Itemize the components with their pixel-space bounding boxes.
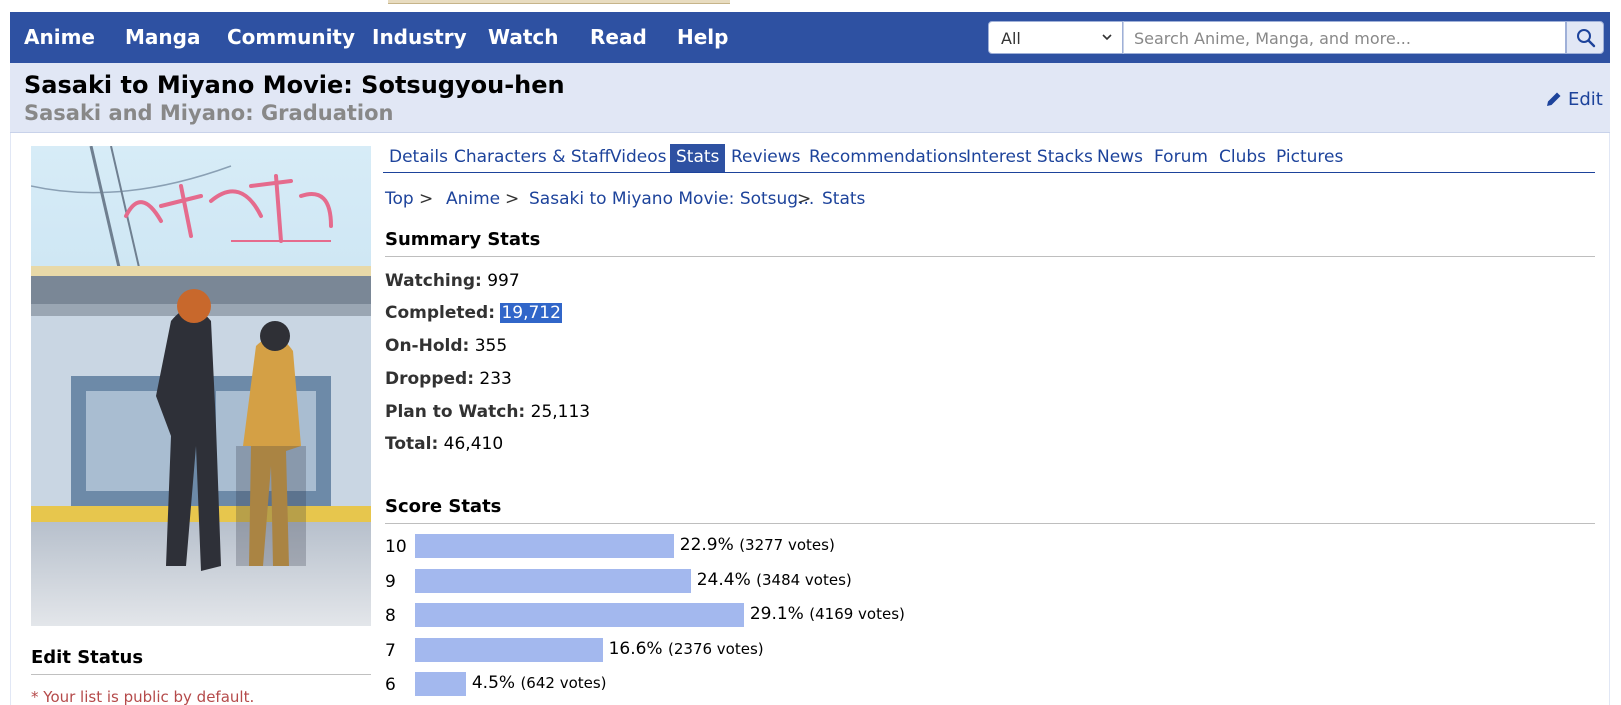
score-value: 8 (385, 606, 396, 626)
tab-clubs[interactable]: Clubs (1213, 144, 1272, 172)
search-icon (1577, 29, 1596, 48)
stat-label: Total: (385, 434, 439, 454)
breadcrumb-stats: Stats (822, 189, 866, 209)
menu-anime[interactable]: Anime (24, 25, 95, 49)
score-row: 6 4.5% (642 votes) (385, 672, 1285, 696)
stat-value: 46,410 (443, 434, 504, 454)
score-bar (415, 568, 691, 593)
pencil-icon (1547, 92, 1561, 106)
score-row: 7 16.6% (2376 votes) (385, 637, 1285, 662)
score-value: 9 (385, 571, 396, 592)
score-percent: 29.1% (4169 votes) (750, 604, 905, 624)
search-scope-value: All (1001, 29, 1021, 48)
stat-completed: Completed: 19,712 (385, 303, 562, 323)
score-votes: (642 votes) (520, 674, 607, 692)
top-decoration (0, 0, 1621, 12)
stat-label: Watching: (385, 271, 482, 291)
stat-plan-to-watch: Plan to Watch: 25,113 (385, 402, 590, 422)
stat-label: Plan to Watch: (385, 402, 526, 422)
summary-stats-heading: Summary Stats (385, 229, 1595, 257)
search-button[interactable] (1566, 21, 1604, 54)
stat-watching: Watching: 997 (385, 271, 520, 291)
score-percent-value: 29.1% (749, 604, 810, 624)
score-row: 10 22.9% (3277 votes) (385, 534, 1285, 558)
tab-recommendations[interactable]: Recommendations (803, 144, 973, 172)
public-list-note: * Your list is public by default. (31, 688, 255, 705)
stat-label: Completed: (385, 303, 496, 323)
score-percent-value: 16.6% (608, 638, 668, 659)
score-percent: 22.9% (3277 votes) (680, 535, 835, 555)
search-input[interactable]: Search Anime, Manga, and more... (1123, 21, 1566, 54)
title-band: Sasaki to Miyano Movie: Sotsugyou-hen Sa… (10, 63, 1610, 133)
tab-characters-staff[interactable]: Characters & Staff (448, 144, 616, 172)
score-percent: 16.6% (2376 votes) (609, 639, 764, 659)
page-title: Sasaki to Miyano Movie: Sotsugyou-hen (24, 71, 565, 99)
tab-pictures[interactable]: Pictures (1270, 144, 1349, 172)
score-row: 8 29.1% (4169 votes) (385, 603, 1285, 627)
stat-total: Total: 46,410 (385, 434, 503, 454)
menu-read[interactable]: Read (590, 25, 647, 49)
anime-tabs: Details Characters & Staff Videos Stats … (383, 143, 1595, 173)
tab-details[interactable]: Details (383, 144, 454, 172)
menu-industry[interactable]: Industry (372, 25, 467, 49)
score-bar (415, 637, 603, 662)
menu-help[interactable]: Help (677, 25, 728, 49)
stat-on-hold: On-Hold: 355 (385, 336, 507, 356)
edit-status-heading: Edit Status (31, 647, 371, 675)
score-value: 10 (385, 537, 407, 557)
stat-value: 233 (479, 369, 512, 389)
edit-title-link[interactable]: Edit (1545, 89, 1603, 110)
tab-videos[interactable]: Videos (604, 144, 673, 172)
menu-community[interactable]: Community (227, 25, 355, 49)
stat-value: 355 (474, 336, 508, 356)
score-votes: (4169 votes) (809, 605, 905, 623)
tab-news[interactable]: News (1091, 144, 1149, 172)
score-percent-value: 4.5% (471, 673, 521, 693)
breadcrumb-separator: > (505, 189, 520, 209)
chevron-down-icon (1102, 34, 1112, 41)
score-stats-heading: Score Stats (385, 496, 1595, 524)
stat-dropped: Dropped: 233 (385, 369, 512, 389)
breadcrumb-anime[interactable]: Anime (446, 189, 500, 209)
breadcrumb-title[interactable]: Sasaki to Miyano Movie: Sotsug... (529, 189, 814, 209)
score-percent: 4.5% (642 votes) (472, 673, 607, 693)
tab-forum[interactable]: Forum (1148, 144, 1214, 172)
score-bar (415, 603, 744, 627)
anime-poster-image[interactable] (31, 146, 371, 626)
score-percent-value: 22.9% (679, 535, 740, 555)
stat-value: 997 (487, 271, 520, 291)
score-votes: (3484 votes) (756, 570, 852, 589)
tab-interest-stacks[interactable]: Interest Stacks (960, 144, 1099, 172)
score-bar (415, 672, 466, 696)
stat-value-selected: 19,712 (500, 303, 562, 323)
breadcrumb-top[interactable]: Top (385, 189, 414, 209)
menu-watch[interactable]: Watch (488, 25, 559, 49)
banner-edge (388, 0, 730, 4)
edit-label: Edit (1568, 89, 1603, 110)
site-header: Anime Manga Community Industry Watch Rea… (10, 12, 1610, 63)
score-bar (415, 534, 674, 558)
score-percent-value: 24.4% (696, 569, 757, 590)
breadcrumb-separator: > (419, 189, 434, 209)
tab-reviews[interactable]: Reviews (725, 144, 807, 172)
score-value: 7 (385, 640, 396, 661)
score-votes: (2376 votes) (668, 639, 764, 658)
stat-label: Dropped: (385, 369, 475, 389)
menu-manga[interactable]: Manga (125, 25, 200, 49)
stat-label: On-Hold: (385, 336, 470, 356)
stat-value: 25,113 (530, 402, 591, 422)
score-votes: (3277 votes) (739, 536, 835, 554)
score-value: 6 (385, 675, 396, 695)
score-percent: 24.4% (3484 votes) (697, 570, 852, 590)
breadcrumb-separator: > (797, 189, 812, 209)
search-scope-select[interactable]: All (988, 21, 1123, 54)
content-area: Edit Status * Your list is public by def… (10, 133, 1610, 705)
score-row: 9 24.4% (3484 votes) (385, 568, 1285, 593)
tab-stats[interactable]: Stats (670, 144, 726, 172)
english-title: Sasaki and Miyano: Graduation (24, 101, 394, 125)
